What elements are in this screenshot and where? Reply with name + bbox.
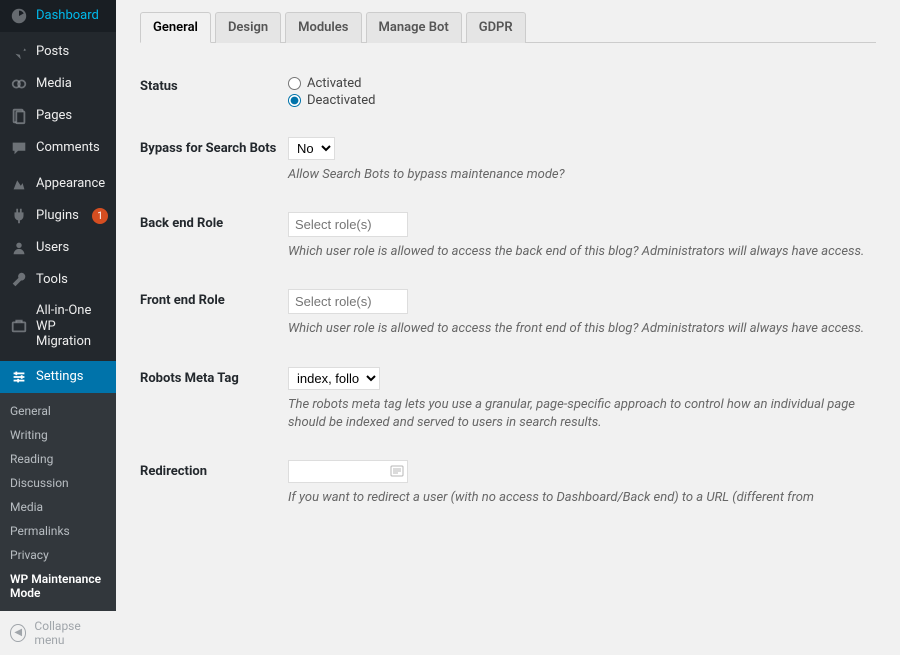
pages-icon bbox=[10, 107, 28, 125]
sidebar-item-posts[interactable]: Posts bbox=[0, 36, 116, 68]
sidebar-item-label: Appearance bbox=[36, 176, 108, 192]
status-activated-label: Activated bbox=[307, 76, 361, 91]
submenu-item-discussion[interactable]: Discussion bbox=[0, 471, 116, 495]
submenu-item-reading[interactable]: Reading bbox=[0, 447, 116, 471]
sidebar-item-label: Pages bbox=[36, 108, 108, 124]
frontend-label: Front end Role bbox=[140, 277, 288, 354]
status-deactivated-radio[interactable] bbox=[288, 94, 301, 107]
robots-label: Robots Meta Tag bbox=[140, 355, 288, 448]
sidebar-item-label: Dashboard bbox=[36, 8, 108, 24]
sidebar-item-pages[interactable]: Pages bbox=[0, 100, 116, 132]
migration-icon bbox=[10, 317, 28, 335]
tab-general[interactable]: General bbox=[140, 12, 211, 43]
tabs-nav: GeneralDesignModulesManage BotGDPR bbox=[140, 12, 876, 43]
settings-submenu: GeneralWritingReadingDiscussionMediaPerm… bbox=[0, 393, 116, 611]
sidebar-item-comments[interactable]: Comments bbox=[0, 132, 116, 164]
sidebar-item-label: Media bbox=[36, 76, 108, 92]
backend-role-input[interactable] bbox=[288, 212, 408, 237]
settings-form: Status Activated Deactivated Bypass for … bbox=[140, 63, 876, 504]
frontend-role-input[interactable] bbox=[288, 289, 408, 314]
admin-sidebar: Dashboard Posts Media Pages Comments Appearan… bbox=[0, 0, 116, 504]
sidebar-item-dashboard[interactable]: Dashboard bbox=[0, 0, 116, 32]
link-icon bbox=[390, 465, 404, 477]
tab-gdpr[interactable]: GDPR bbox=[466, 12, 526, 43]
collapse-icon: ◀ bbox=[10, 624, 26, 642]
submenu-item-privacy[interactable]: Privacy bbox=[0, 543, 116, 567]
robots-select[interactable]: index, follow bbox=[288, 367, 380, 390]
tools-icon bbox=[10, 271, 28, 289]
dashboard-icon bbox=[10, 7, 28, 25]
update-badge: 1 bbox=[92, 208, 108, 224]
status-deactivated-label: Deactivated bbox=[307, 93, 375, 108]
submenu-item-wp-maintenance-mode[interactable]: WP Maintenance Mode bbox=[0, 567, 116, 605]
sidebar-item-tools[interactable]: Tools bbox=[0, 264, 116, 296]
sidebar-item-all-in-one-wp-migration[interactable]: All-in-One WP Migration bbox=[0, 296, 116, 357]
submenu-item-media[interactable]: Media bbox=[0, 495, 116, 519]
collapse-label: Collapse menu bbox=[34, 619, 106, 647]
sidebar-item-media[interactable]: Media bbox=[0, 68, 116, 100]
plugins-icon bbox=[10, 207, 28, 225]
bypass-label: Bypass for Search Bots bbox=[140, 125, 288, 200]
sidebar-item-plugins[interactable]: Plugins 1 bbox=[0, 200, 116, 232]
sidebar-item-label: All-in-One WP Migration bbox=[36, 303, 108, 350]
sidebar-item-label: Settings bbox=[36, 369, 108, 385]
settings-icon bbox=[10, 368, 28, 386]
submenu-item-writing[interactable]: Writing bbox=[0, 423, 116, 447]
status-label: Status bbox=[140, 63, 288, 125]
sidebar-item-label: Posts bbox=[36, 44, 108, 60]
redirect-label: Redirection bbox=[140, 448, 288, 504]
backend-desc: Which user role is allowed to access the… bbox=[288, 243, 876, 261]
submenu-item-general[interactable]: General bbox=[0, 399, 116, 423]
comments-icon bbox=[10, 139, 28, 157]
robots-desc: The robots meta tag lets you use a granu… bbox=[288, 396, 876, 432]
sidebar-item-label: Comments bbox=[36, 140, 108, 156]
media-icon bbox=[10, 75, 28, 93]
submenu-item-permalinks[interactable]: Permalinks bbox=[0, 519, 116, 543]
tab-design[interactable]: Design bbox=[215, 12, 281, 43]
status-activated-radio[interactable] bbox=[288, 77, 301, 90]
tab-modules[interactable]: Modules bbox=[285, 12, 361, 43]
sidebar-item-settings[interactable]: Settings bbox=[0, 361, 116, 393]
sidebar-item-label: Tools bbox=[36, 272, 108, 288]
appearance-icon bbox=[10, 175, 28, 193]
sidebar-item-appearance[interactable]: Appearance bbox=[0, 168, 116, 200]
redirect-desc: If you want to redirect a user (with no … bbox=[288, 489, 876, 504]
backend-label: Back end Role bbox=[140, 200, 288, 277]
sidebar-item-label: Users bbox=[36, 240, 108, 256]
sidebar-item-users[interactable]: Users bbox=[0, 232, 116, 264]
tab-manage-bot[interactable]: Manage Bot bbox=[366, 12, 462, 43]
bypass-desc: Allow Search Bots to bypass maintenance … bbox=[288, 166, 876, 184]
main-content: GeneralDesignModulesManage BotGDPR Statu… bbox=[116, 0, 900, 504]
pin-icon bbox=[10, 43, 28, 61]
collapse-menu-button[interactable]: ◀ Collapse menu bbox=[0, 611, 116, 655]
sidebar-item-label: Plugins bbox=[36, 208, 82, 224]
frontend-desc: Which user role is allowed to access the… bbox=[288, 320, 876, 338]
bypass-select[interactable]: No bbox=[288, 137, 335, 160]
users-icon bbox=[10, 239, 28, 257]
